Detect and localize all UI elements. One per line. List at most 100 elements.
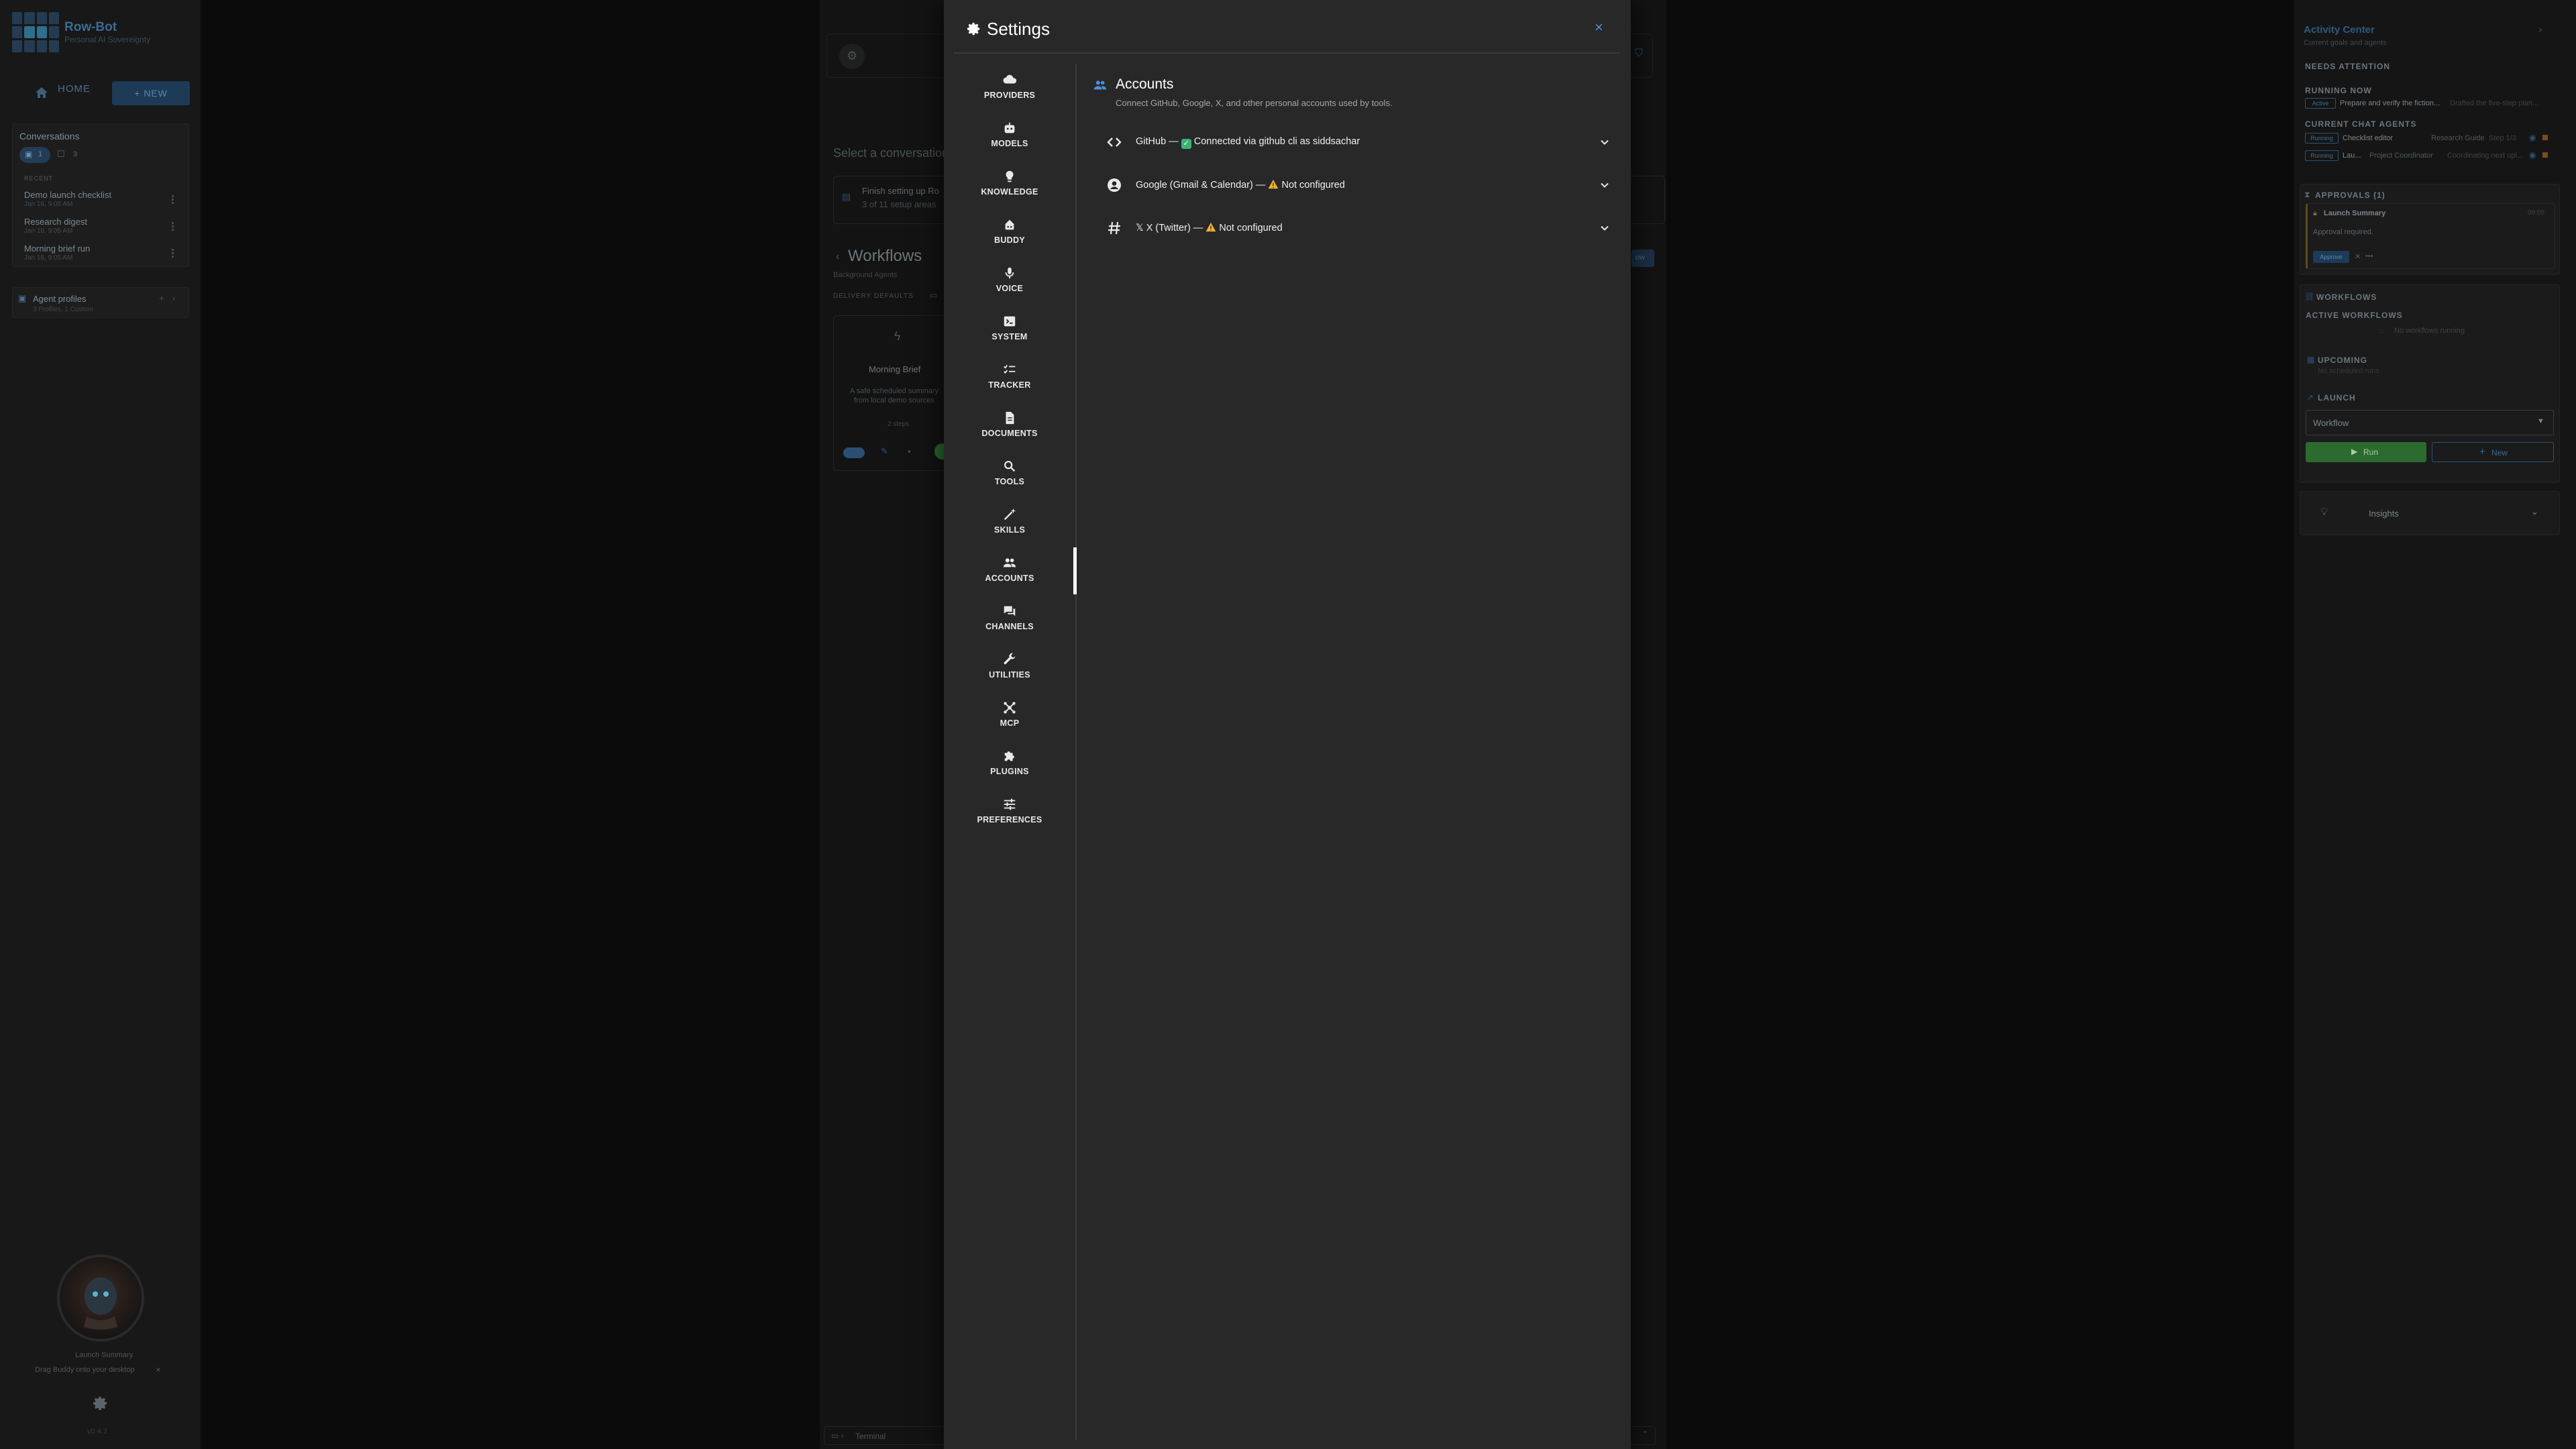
workflow-select[interactable]: Workflow ▼: [2306, 410, 2554, 435]
conversation-item[interactable]: Morning brief run: [24, 244, 90, 254]
lightning-icon: ϟ: [894, 329, 901, 343]
edit-icon[interactable]: ✎: [881, 446, 888, 457]
delete-icon[interactable]: ▪: [908, 446, 911, 456]
code-icon: [1107, 138, 1122, 147]
lightbulb-icon: [1006, 170, 1014, 182]
nav-utilities[interactable]: UTILITIES: [944, 644, 1075, 688]
conversation-menu-icon[interactable]: [172, 195, 174, 204]
nav-models[interactable]: MODELS: [944, 113, 1075, 157]
nav-tracker[interactable]: TRACKER: [944, 354, 1075, 398]
chevron-down-icon[interactable]: [1598, 221, 1611, 235]
agent-profiles-panel[interactable]: ▣ Agent profiles 3 Profiles, 1 Custom + …: [12, 287, 189, 318]
more-icon[interactable]: •••: [2365, 252, 2373, 260]
settings-nav: PROVIDERS MODELS KNOWLEDGE BUDDY VOICE S…: [944, 64, 1075, 1433]
stop-icon[interactable]: [2542, 152, 2548, 158]
account-status: Not configured: [1219, 223, 1283, 233]
account-label: 𝕏 X (Twitter) — Not configured: [1136, 222, 1283, 233]
account-label: Google (Gmail & Calendar) — Not configur…: [1136, 179, 1345, 191]
new-workflow-button[interactable]: ow: [1631, 250, 1654, 267]
close-button[interactable]: ×: [1595, 19, 1603, 36]
nav-mcp[interactable]: MCP: [944, 692, 1075, 737]
reject-icon[interactable]: ✕: [2355, 252, 2361, 261]
workflow-card-title: Morning Brief: [869, 364, 921, 374]
conversation-item[interactable]: Research digest: [24, 217, 87, 227]
dismiss-icon[interactable]: ×: [156, 1364, 161, 1375]
account-name: 𝕏 X (Twitter) —: [1136, 223, 1206, 233]
nav-accounts[interactable]: ACCOUNTS: [944, 547, 1075, 592]
agent-profiles-title: Agent profiles: [33, 294, 87, 304]
shield-icon[interactable]: ⛉: [1635, 48, 1643, 60]
chevron-down-icon[interactable]: [1598, 136, 1611, 149]
eye-icon[interactable]: ◉: [2529, 150, 2536, 160]
terminal-icon: [1004, 316, 1016, 327]
terminal-label: Terminal: [855, 1432, 886, 1441]
cloud-icon: [1003, 74, 1017, 84]
nav-label: KNOWLEDGE: [981, 187, 1038, 197]
current-chat-agents-label: CURRENT CHAT AGENTS: [2305, 119, 2417, 129]
nav-documents[interactable]: DOCUMENTS: [944, 402, 1075, 447]
add-icon[interactable]: +: [159, 293, 164, 303]
nav-skills[interactable]: SKILLS: [944, 499, 1075, 543]
back-chevron-icon[interactable]: ‹: [836, 251, 839, 263]
approvals-panel: ⧗ APPROVALS (1) 🔒︎ Launch Summary 09:05 …: [2300, 184, 2560, 275]
settings-gear-icon[interactable]: [93, 1395, 109, 1411]
checklist-icon: [1004, 365, 1016, 374]
divider: [953, 52, 1620, 54]
agent-extra: Coordinating next upl...: [2447, 152, 2524, 160]
hashtag-icon: [1108, 221, 1120, 235]
buddy-avatar[interactable]: [57, 1254, 144, 1342]
new-chat-button[interactable]: + NEW: [112, 81, 190, 105]
activity-title: Activity Center: [2304, 24, 2375, 36]
approval-text: Approval required.: [2313, 228, 2373, 236]
home-button[interactable]: HOME: [58, 83, 91, 95]
nav-label: ACCOUNTS: [985, 574, 1034, 583]
conversation-menu-icon[interactable]: [172, 249, 174, 258]
account-row-github[interactable]: GitHub — ✓ Connected via github cli as s…: [1097, 123, 1620, 161]
workflow-toggle[interactable]: [843, 447, 865, 458]
chevron-down-icon[interactable]: [1598, 178, 1611, 192]
active-workflows-label: ACTIVE WORKFLOWS: [2306, 311, 2403, 320]
nav-channels[interactable]: CHANNELS: [944, 596, 1075, 640]
settings-button[interactable]: ⚙: [839, 44, 865, 69]
nav-preferences[interactable]: PREFERENCES: [944, 789, 1075, 833]
nav-tools[interactable]: TOOLS: [944, 451, 1075, 495]
account-circle-icon: [1108, 178, 1121, 192]
calendar-icon[interactable]: ▭: [930, 290, 937, 300]
agent-name: Checklist editor: [2343, 134, 2394, 142]
microphone-icon: [1005, 267, 1014, 279]
filter-toggle[interactable]: ▣ 1: [19, 147, 50, 163]
run-button[interactable]: ▶ Run: [2306, 442, 2426, 462]
buddy-caption: Launch Summary: [75, 1351, 133, 1359]
setup-icon: ▤: [842, 191, 851, 202]
eye-icon[interactable]: ◉: [2529, 133, 2536, 142]
nav-knowledge[interactable]: KNOWLEDGE: [944, 161, 1075, 205]
nav-buddy[interactable]: BUDDY: [944, 209, 1075, 254]
approve-button[interactable]: Approve: [2313, 251, 2349, 263]
nav-system[interactable]: SYSTEM: [944, 306, 1075, 350]
nav-plugins[interactable]: PLUGINS: [944, 741, 1075, 785]
nav-label: PLUGINS: [990, 767, 1029, 776]
dropdown-arrow-icon: ▼: [2537, 417, 2544, 425]
expand-icon[interactable]: ⌃: [1642, 1430, 1648, 1439]
agent-profiles-subtitle: 3 Profiles, 1 Custom: [33, 306, 94, 313]
workflows-subtitle: Background Agents: [833, 271, 898, 279]
nav-voice[interactable]: VOICE: [944, 258, 1075, 302]
insights-label: Insights: [2369, 508, 2399, 519]
nav-providers[interactable]: PROVIDERS: [944, 64, 1075, 109]
approval-card[interactable]: 🔒︎ Launch Summary 09:05 Approval require…: [2306, 203, 2555, 269]
check-icon: ✓: [1181, 139, 1191, 149]
approvals-title: APPROVALS (1): [2315, 191, 2385, 200]
account-row-google[interactable]: Google (Gmail & Calendar) — Not configur…: [1097, 166, 1620, 204]
chevron-right-icon[interactable]: ›: [172, 293, 175, 303]
idle-icon: ◌: [2378, 325, 2384, 336]
stop-icon[interactable]: [2542, 135, 2548, 140]
collapse-chevron-icon[interactable]: ›: [2538, 24, 2542, 36]
workflow-card-desc: A safe scheduled summary: [850, 387, 939, 395]
sliders-icon: [1004, 798, 1016, 810]
account-name: Google (Gmail & Calendar) —: [1136, 180, 1269, 191]
account-row-x[interactable]: 𝕏 X (Twitter) — Not configured: [1097, 209, 1620, 247]
new-workflow-launch-button[interactable]: + New: [2432, 442, 2554, 462]
insights-panel[interactable]: 💡︎ Insights ⌄: [2300, 491, 2560, 535]
conversation-item[interactable]: Demo launch checklist: [24, 190, 111, 200]
conversation-menu-icon[interactable]: [172, 222, 174, 231]
